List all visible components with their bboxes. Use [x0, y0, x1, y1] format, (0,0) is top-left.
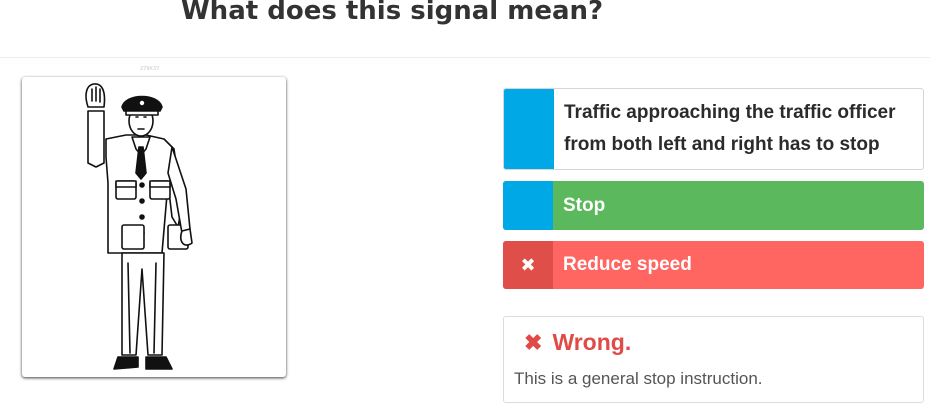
close-icon: ✖	[524, 329, 543, 355]
image-credit: 279X37	[140, 66, 160, 72]
feedback-title: Wrong.	[552, 329, 632, 355]
answer-option-3[interactable]: ✖ Reduce speed	[503, 241, 924, 289]
answer-label: Reduce speed	[563, 254, 692, 275]
answer-option-1[interactable]: Traffic approaching the traffic officer …	[503, 88, 924, 170]
answer-label: Traffic approaching the traffic officer …	[564, 102, 896, 155]
feedback-panel: ✖ Wrong. This is a general stop instruct…	[503, 316, 924, 403]
feedback-text: This is a general stop instruction.	[514, 369, 763, 388]
header-divider	[0, 57, 930, 58]
question-title: What does this signal mean?	[181, 0, 604, 26]
answer-option-2[interactable]: Stop	[503, 181, 924, 230]
close-icon: ✖	[503, 241, 553, 289]
answer-marker	[504, 89, 554, 169]
signal-illustration	[22, 77, 286, 377]
answer-label: Stop	[563, 194, 606, 216]
answer-marker	[503, 181, 553, 230]
traffic-officer-figure	[85, 83, 193, 370]
feedback-title-row: ✖ Wrong.	[524, 329, 631, 356]
